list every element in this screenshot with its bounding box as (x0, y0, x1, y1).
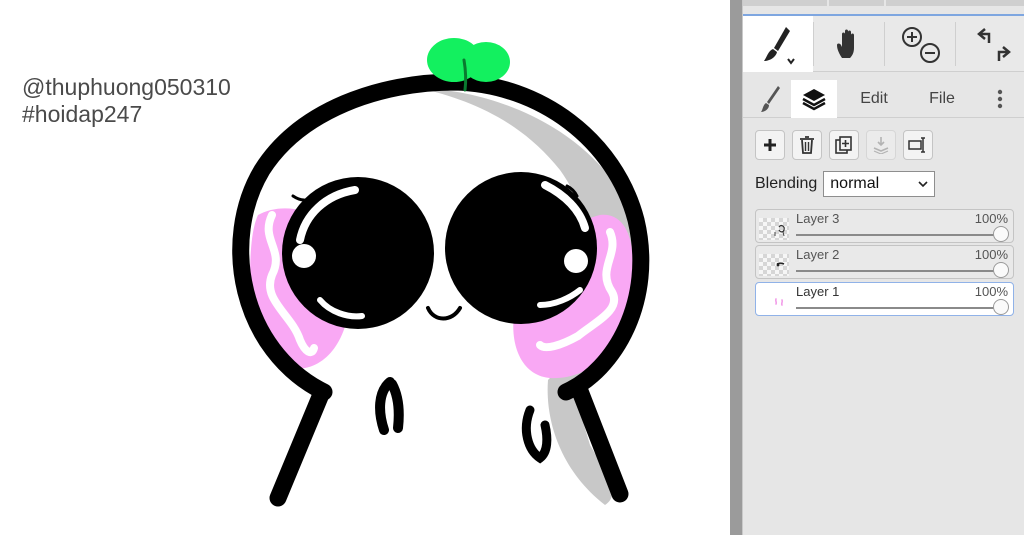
merge-down-button[interactable] (866, 130, 896, 160)
opacity-slider-track[interactable] (796, 234, 999, 236)
layer-thumbnail (759, 291, 789, 313)
tab-file[interactable]: File (917, 80, 967, 118)
layer-opacity: 100% (974, 211, 1008, 226)
layer-row-selected[interactable]: Layer 1 100% (755, 282, 1014, 316)
chevron-down-icon (918, 180, 928, 187)
layer-row[interactable]: Layer 2 100% (755, 245, 1014, 279)
hand-icon (837, 29, 854, 58)
layers-icon (802, 89, 826, 111)
blending-value: normal (830, 175, 880, 192)
drawing-canvas[interactable]: @thuphuong050310 #hoidap247 (0, 0, 730, 535)
opacity-slider-handle[interactable] (993, 262, 1009, 278)
panel-tabs: Edit File (743, 80, 1024, 118)
panel-top-strip (743, 0, 1024, 14)
layer-name: Layer 3 (796, 211, 840, 226)
watermark-line-handle: @thuphuong050310 (22, 74, 231, 100)
layer-thumbnail (759, 218, 789, 240)
eye-right (445, 172, 597, 324)
duplicate-layer-button[interactable] (829, 130, 859, 160)
tab-brush[interactable] (749, 80, 791, 118)
layer-opacity: 100% (974, 284, 1008, 299)
arm-right (521, 405, 552, 464)
tab-edit[interactable]: Edit (847, 80, 901, 118)
rename-layer-icon (908, 137, 925, 153)
undo-redo-button[interactable] (956, 16, 1024, 72)
eye-left-sparkle (292, 244, 316, 268)
mouth (426, 306, 462, 321)
delete-layer-button[interactable] (792, 130, 822, 160)
brush-tool-button[interactable] (743, 16, 813, 72)
layer-name: Layer 2 (796, 247, 840, 262)
opacity-slider-handle[interactable] (993, 299, 1009, 315)
layer-thumbnail (759, 254, 789, 276)
lash-left (291, 194, 306, 202)
tab-layers[interactable] (791, 80, 837, 118)
undo-redo-icon (976, 28, 1011, 61)
blending-select[interactable]: normal (823, 171, 936, 197)
layer-name: Layer 1 (796, 284, 840, 299)
more-menu-button[interactable] (987, 80, 1013, 118)
leg-left (269, 383, 331, 507)
zoom-tool-button[interactable] (885, 16, 955, 72)
add-layer-button[interactable] (755, 130, 785, 160)
add-layer-icon (764, 139, 776, 151)
zoom-in-out-icon (902, 27, 940, 63)
sprout-stem (462, 58, 468, 92)
rename-layer-button[interactable] (903, 130, 933, 160)
delete-layer-icon (800, 136, 814, 154)
side-panel: Edit File Blending normal Layer 3 100% L… (742, 0, 1024, 535)
watermark-line-tag: #hoidap247 (22, 101, 143, 127)
tool-row (743, 14, 1024, 72)
opacity-slider-handle[interactable] (993, 226, 1009, 242)
layer-row[interactable]: Layer 3 100% (755, 209, 1014, 243)
opacity-slider-track[interactable] (796, 307, 999, 309)
merge-down-icon (873, 137, 889, 154)
duplicate-layer-icon (835, 136, 852, 154)
watermark-text: @thuphuong050310 #hoidap247 (22, 74, 231, 128)
more-vertical-icon (997, 89, 1003, 109)
panel-splitter[interactable] (730, 0, 742, 535)
arm-left (375, 377, 404, 435)
brush-icon (761, 86, 780, 112)
eye-right-sparkle (564, 249, 588, 273)
opacity-slider-track[interactable] (796, 270, 999, 272)
sprout-leaf-right (462, 42, 510, 82)
blending-row: Blending normal (755, 171, 936, 197)
blending-label: Blending (755, 175, 818, 192)
hand-tool-button[interactable] (814, 16, 884, 72)
layer-opacity: 100% (974, 247, 1008, 262)
brush-icon (764, 27, 795, 65)
